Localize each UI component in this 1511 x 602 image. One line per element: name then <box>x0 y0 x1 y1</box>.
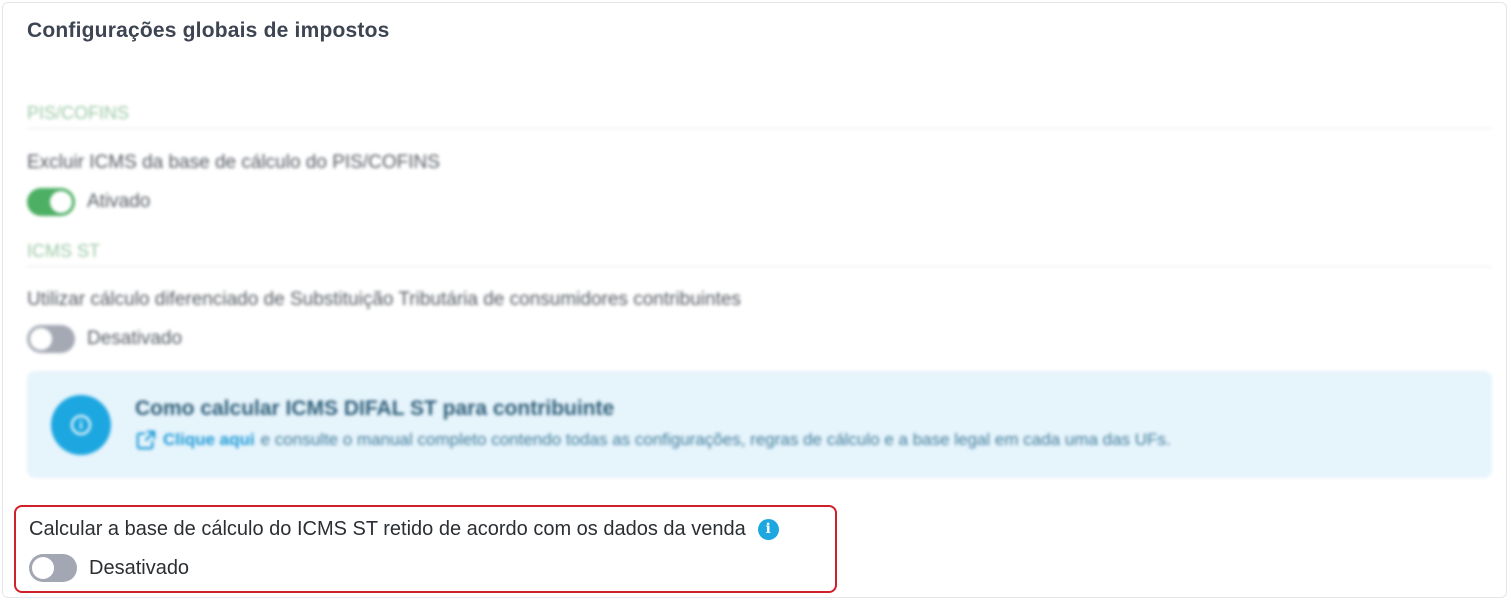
toggle-knob <box>30 328 52 350</box>
toggle-knob <box>32 557 54 579</box>
retained-base-field-label-row: Calcular a base de cálculo do ICMS ST re… <box>29 518 779 541</box>
info-icon: i <box>71 415 91 435</box>
difal-info-banner: i Como calcular ICMS DIFAL ST para contr… <box>27 371 1492 478</box>
page-title: Configurações globais de impostos <box>27 19 390 42</box>
pis-cofins-field-label: Excluir ICMS da base de cálculo do PIS/C… <box>27 152 440 173</box>
retained-base-field-label: Calcular a base de cálculo do ICMS ST re… <box>29 518 746 540</box>
external-link-icon[interactable] <box>135 429 157 451</box>
info-banner-title: Como calcular ICMS DIFAL ST para contrib… <box>135 397 615 420</box>
pis-cofins-toggle-switch[interactable] <box>27 188 75 216</box>
retained-base-toggle-state: Desativado <box>89 556 190 579</box>
manual-link[interactable]: Clique aqui <box>163 430 255 450</box>
pis-cofins-toggle-state: Ativado <box>87 191 151 212</box>
icms-st-toggle-row[interactable]: Desativado <box>27 325 182 353</box>
info-banner-description: e consulte o manual completo contendo to… <box>260 430 1171 449</box>
section-title-pis-cofins: PIS/COFINS <box>27 103 1492 129</box>
pis-cofins-toggle-row[interactable]: Ativado <box>27 188 150 216</box>
section-title-icms-st: ICMS ST <box>27 241 1492 267</box>
icms-st-field-label: Utilizar cálculo diferenciado de Substit… <box>27 289 741 310</box>
info-circle-icon: i <box>51 395 111 455</box>
global-tax-settings-card: Configurações globais de impostos PIS/CO… <box>2 2 1507 598</box>
info-banner-text: Clique aqui e consulte o manual completo… <box>135 429 1171 451</box>
retained-base-toggle-switch[interactable] <box>29 554 77 582</box>
toggle-knob <box>50 191 72 213</box>
icms-st-toggle-switch[interactable] <box>27 325 75 353</box>
icms-st-toggle-state: Desativado <box>87 328 183 349</box>
info-icon[interactable]: i <box>757 519 779 540</box>
retained-base-toggle-row[interactable]: Desativado <box>29 554 189 582</box>
